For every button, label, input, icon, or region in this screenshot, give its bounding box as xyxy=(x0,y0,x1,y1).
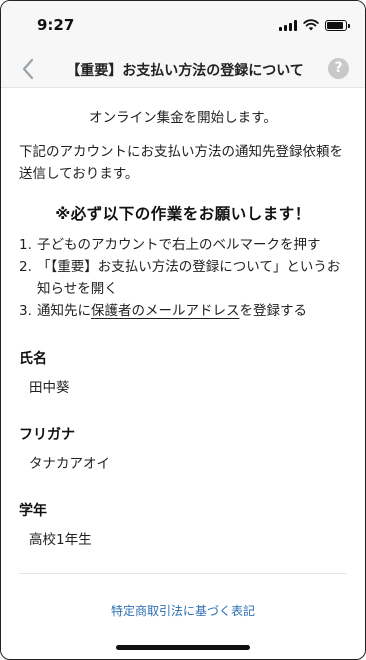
question-circle-icon[interactable]: ? xyxy=(328,58,349,79)
field-name: 氏名 田中葵 xyxy=(19,348,347,396)
status-time: 9:27 xyxy=(37,16,75,34)
step-text: 通知先に保護者のメールアドレスを登録する xyxy=(37,300,307,322)
step-number: 2. xyxy=(19,259,32,275)
legal-notice-link[interactable]: 特定商取引法に基づく表記 xyxy=(19,602,347,619)
wifi-icon xyxy=(303,19,319,31)
status-icons xyxy=(279,19,350,31)
field-label: 学年 xyxy=(19,503,47,519)
divider xyxy=(19,573,347,574)
instruction-heading: ※必ず以下の作業をお願いします！ xyxy=(55,205,311,223)
step-text: 子どものアカウントで右上のベルマークを押す xyxy=(37,237,321,253)
field-value: 田中葵 xyxy=(29,380,70,396)
field-furigana: フリガナ タナカアオイ xyxy=(19,424,347,472)
step-item: 1. 子どものアカウントで右上のベルマークを押す xyxy=(19,234,347,256)
cellular-signal-icon xyxy=(279,19,297,31)
step-item: 3. 通知先に保護者のメールアドレスを登録する xyxy=(19,300,347,322)
field-value: 高校1年生 xyxy=(29,532,92,548)
main-content: オンライン集金を開始します。 下記のアカウントにお支払い方法の通知先登録依頼を送… xyxy=(19,88,347,619)
step-number: 3. xyxy=(19,303,32,319)
step-number: 1. xyxy=(19,237,32,253)
home-indicator xyxy=(116,645,250,650)
page-title: 【重要】お支払い方法の登録について xyxy=(66,63,304,79)
instruction-steps: 1. 子どものアカウントで右上のベルマークを押す 2. 「【重要】お支払い方法の… xyxy=(19,234,347,322)
notice-text: 下記のアカウントにお支払い方法の通知先登録依頼を送信しております。 xyxy=(19,144,343,182)
parent-email-emphasis: 保護者のメールアドレス xyxy=(91,303,240,319)
field-grade: 学年 高校1年生 xyxy=(19,500,347,548)
step-item: 2. 「【重要】お支払い方法の登録について」というお知らせを開く xyxy=(19,256,347,300)
battery-icon xyxy=(325,19,350,31)
field-label: 氏名 xyxy=(19,351,47,367)
step-text-prefix: 通知先に xyxy=(37,303,91,319)
chevron-left-icon[interactable] xyxy=(17,56,41,82)
status-bar: 9:27 xyxy=(1,1,365,51)
nav-bar: 【重要】お支払い方法の登録について ? xyxy=(1,51,365,88)
step-text-suffix: を登録する xyxy=(239,303,308,319)
field-label: フリガナ xyxy=(19,427,75,443)
field-value: タナカアオイ xyxy=(29,456,110,472)
intro-text: オンライン集金を開始します。 xyxy=(89,110,277,126)
step-text: 「【重要】お支払い方法の登録について」というお知らせを開く xyxy=(37,259,341,297)
phone-screen: 9:27 【重要】お支払い方法の登録について ? オンライン集金を開始します。 … xyxy=(0,0,366,660)
